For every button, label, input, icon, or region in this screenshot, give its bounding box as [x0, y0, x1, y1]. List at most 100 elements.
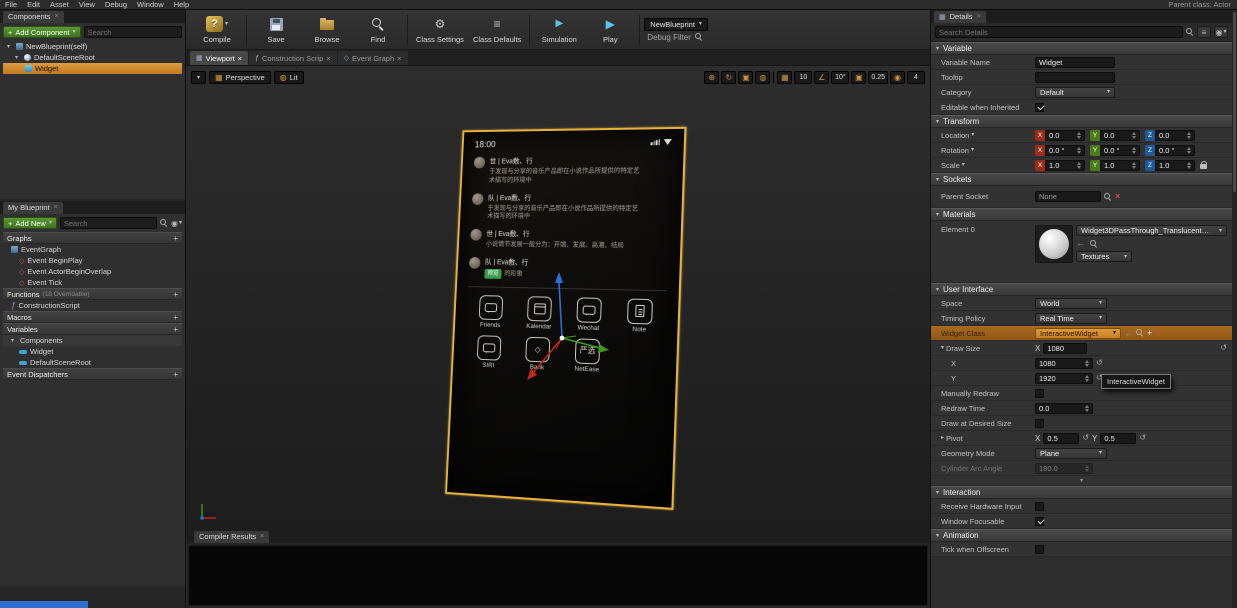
variable-sceneroot-item[interactable]: DefaultSceneRoot — [3, 357, 182, 368]
spinner[interactable] — [1187, 132, 1191, 139]
location-y-field[interactable]: 0.0 — [1100, 130, 1140, 141]
rotation-z-field[interactable]: 0.0 ° — [1155, 145, 1195, 156]
window-focusable-checkbox[interactable] — [1035, 517, 1044, 526]
search-icon[interactable] — [695, 33, 703, 41]
spinner[interactable] — [1187, 162, 1191, 169]
add-macro-icon[interactable]: + — [173, 313, 178, 322]
spinner[interactable] — [1132, 147, 1136, 154]
location-z-field[interactable]: 0.0 — [1155, 130, 1195, 141]
menu-edit[interactable]: Edit — [22, 0, 45, 9]
variables-section-header[interactable]: Variables + — [3, 323, 182, 335]
menu-asset[interactable]: Asset — [45, 0, 74, 9]
browse-asset-icon[interactable] — [1136, 329, 1144, 337]
spinner[interactable] — [1085, 375, 1089, 382]
class-settings-button[interactable]: ⚙ Class Settings — [412, 12, 468, 48]
tree-item-widget-selected[interactable]: Widget — [3, 63, 182, 74]
clear-class-icon[interactable]: × — [1155, 329, 1160, 338]
section-variable[interactable]: ▾ Variable — [931, 42, 1232, 55]
textures-dropdown[interactable]: Textures ▾ — [1076, 251, 1132, 262]
menu-window[interactable]: Window — [132, 0, 169, 9]
section-interaction[interactable]: ▾ Interaction — [931, 486, 1232, 499]
event-dispatchers-section-header[interactable]: Event Dispatchers + — [3, 368, 182, 380]
graphs-section-header[interactable]: Graphs + — [3, 232, 182, 244]
menu-help[interactable]: Help — [169, 0, 194, 9]
section-animation[interactable]: ▾ Animation — [931, 529, 1232, 542]
rotation-snap-toggle[interactable]: ∠ — [814, 71, 829, 84]
geometry-mode-dropdown[interactable]: Plane▾ — [1035, 448, 1107, 459]
close-icon[interactable]: × — [326, 54, 330, 63]
save-button[interactable]: Save — [251, 12, 301, 48]
spinner[interactable] — [1077, 132, 1081, 139]
pivot-y-field[interactable]: 0.5 — [1100, 433, 1136, 444]
class-defaults-button[interactable]: ≡ Class Defaults — [469, 12, 525, 48]
chevron-down-icon[interactable]: ▾ — [15, 54, 21, 61]
add-variable-icon[interactable]: + — [173, 325, 178, 334]
scale-z-field[interactable]: 1.0 — [1155, 160, 1195, 171]
tab-viewport[interactable]: ▦ Viewport × — [190, 51, 248, 65]
close-icon[interactable]: × — [397, 54, 401, 63]
material-dropdown[interactable]: Widget3DPassThrough_Translucent_One ▾ — [1076, 225, 1227, 236]
spinner[interactable] — [1085, 405, 1089, 412]
section-materials[interactable]: ▾ Materials — [931, 208, 1232, 221]
section-sockets[interactable]: ▾ Sockets — [931, 173, 1232, 186]
close-icon[interactable]: × — [260, 533, 264, 540]
macros-section-header[interactable]: Macros + — [3, 311, 182, 323]
viewport-options-button[interactable]: ▾ — [191, 71, 206, 84]
lit-dropdown[interactable]: ◍ Lit — [274, 71, 304, 84]
section-user-interface[interactable]: ▾ User Interface — [931, 283, 1232, 296]
use-selected-icon[interactable]: ← — [1124, 329, 1133, 338]
spinner[interactable] — [1077, 147, 1081, 154]
category-dropdown[interactable]: Default ▾ — [1035, 87, 1115, 98]
add-function-icon[interactable]: + — [173, 290, 178, 299]
tab-components[interactable]: Components × — [3, 11, 64, 23]
spinner[interactable] — [1085, 360, 1089, 367]
event-beginplay-item[interactable]: ◇ Event BeginPlay — [3, 255, 182, 266]
close-icon[interactable]: × — [55, 13, 59, 20]
components-search-input[interactable] — [84, 26, 182, 38]
tooltip-field[interactable] — [1039, 73, 1111, 82]
tab-compiler-results[interactable]: Compiler Results × — [194, 531, 269, 543]
scale-snap-value[interactable]: 0.25 — [868, 71, 888, 84]
reset-icon[interactable]: ↺ — [1096, 359, 1103, 367]
compile-button[interactable]: ? ▾ Compile — [192, 12, 242, 48]
variable-name-field[interactable] — [1039, 58, 1111, 67]
drawsize-x-field[interactable]: 1080 — [1043, 343, 1087, 354]
scale-y-field[interactable]: 1.0 — [1100, 160, 1140, 171]
event-tick-item[interactable]: ◇ Event Tick — [3, 277, 182, 288]
add-component-button[interactable]: + Add Component ▾ — [3, 26, 81, 38]
property-matrix-button[interactable]: ≡ — [1197, 26, 1211, 38]
rotate-tool-button[interactable]: ↻ — [721, 71, 736, 84]
construction-script-item[interactable]: ƒ ConstructionScript — [3, 300, 182, 311]
use-selected-icon[interactable]: ← — [1076, 239, 1085, 248]
browse-button[interactable]: Browse — [302, 12, 352, 48]
chevron-right-icon[interactable]: ▸ — [941, 435, 944, 441]
chevron-down-icon[interactable]: ▾ — [971, 132, 974, 138]
menu-file[interactable]: File — [0, 0, 22, 9]
components-group-header[interactable]: ▾ Components — [3, 335, 182, 346]
tree-item-blueprint-root[interactable]: ▾ NewBlueprint(self) — [3, 41, 182, 52]
perspective-dropdown[interactable]: ▦ Perspective — [209, 71, 271, 84]
menu-debug[interactable]: Debug — [100, 0, 132, 9]
tab-event-graph[interactable]: ◇ Event Graph × — [338, 51, 408, 65]
location-x-field[interactable]: 0.0 — [1045, 130, 1085, 141]
compiler-output[interactable] — [188, 545, 928, 606]
display-filter-button[interactable]: ◉ ▾ — [1214, 26, 1228, 38]
pivot-x-field[interactable]: 0.5 — [1043, 433, 1079, 444]
spinner[interactable] — [1132, 162, 1136, 169]
spinner[interactable] — [1077, 162, 1081, 169]
chevron-down-icon[interactable]: ▾ — [7, 43, 13, 50]
chevron-down-icon[interactable]: ▾ — [225, 21, 228, 27]
close-icon[interactable]: × — [54, 204, 58, 211]
draw-desired-checkbox[interactable] — [1035, 419, 1044, 428]
chevron-down-icon[interactable]: ▾ — [971, 147, 974, 153]
timing-policy-dropdown[interactable]: Real Time▾ — [1035, 313, 1107, 324]
editable-inherited-checkbox[interactable] — [1035, 103, 1044, 112]
search-icon[interactable] — [1104, 193, 1112, 201]
add-dispatcher-icon[interactable]: + — [173, 370, 178, 379]
manually-redraw-checkbox[interactable] — [1035, 389, 1044, 398]
lock-icon[interactable] — [1200, 161, 1207, 170]
clear-socket-icon[interactable]: × — [1115, 192, 1120, 201]
find-button[interactable]: Find — [353, 12, 403, 48]
parent-socket-field[interactable]: None — [1035, 191, 1101, 202]
translate-tool-button[interactable]: ⊕ — [704, 71, 719, 84]
